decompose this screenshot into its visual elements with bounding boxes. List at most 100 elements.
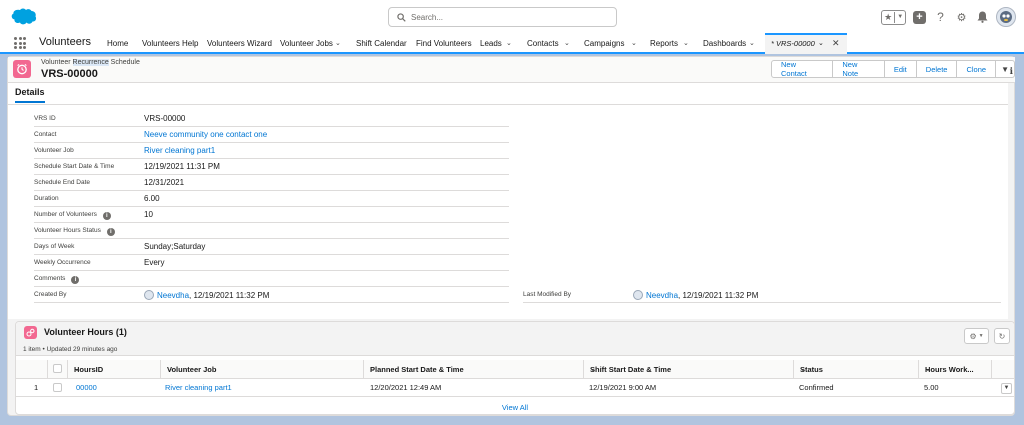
hours-worked-cell: 5.00	[924, 383, 939, 392]
clone-button[interactable]: Clone	[956, 60, 997, 78]
edit-button[interactable]: Edit	[883, 60, 917, 78]
nav-item-volunteers-wizard[interactable]: Volunteers Wizard	[207, 39, 272, 48]
chevron-down-icon[interactable]: ⌄	[167, 365, 358, 373]
field-duration: Duration 6.00	[34, 191, 509, 207]
record-object-type: Volunteer Recurrence Schedule	[41, 59, 140, 66]
created-by-user-link[interactable]: Neevdha	[157, 291, 189, 300]
help-info-icon[interactable]: i	[71, 276, 80, 284]
salesforce-logo[interactable]	[9, 7, 37, 27]
view-all-link[interactable]: View All	[16, 403, 1014, 412]
volunteer-job-link[interactable]: River cleaning part1	[144, 146, 215, 155]
column-header-hours-id[interactable]: HoursID ⌄	[68, 360, 161, 379]
object-type-highlight: Recurrence	[72, 59, 109, 66]
chevron-down-icon[interactable]: ⌄	[749, 39, 755, 47]
help-info-icon[interactable]: i	[102, 212, 111, 220]
tab-vrs-00000[interactable]: * VRS-00000 ⌄ ✕	[765, 33, 847, 54]
global-actions-button[interactable]: +	[912, 10, 927, 25]
hours-id-link[interactable]: 00000	[76, 383, 97, 392]
chevron-down-icon[interactable]: ⌄	[683, 39, 689, 47]
column-header-shift-start[interactable]: Shift Start Date & Time ⌄	[584, 360, 794, 379]
chevron-down-icon[interactable]: ⌄	[818, 39, 824, 47]
field-weekly-occurrence: Weekly Occurrence Every	[34, 255, 509, 271]
field-label: Last Modified By	[523, 291, 572, 298]
contact-link[interactable]: Neeve community one contact one	[144, 130, 267, 139]
modified-date: , 12/19/2021 11:32 PM	[678, 291, 759, 300]
chevron-down-icon[interactable]: ⌄	[74, 365, 155, 373]
search-input[interactable]: Search...	[411, 13, 443, 22]
field-number-of-volunteers: Number of Volunteers i 10	[34, 207, 509, 223]
select-all-header	[48, 360, 68, 379]
close-icon[interactable]: ✕	[832, 38, 840, 49]
help-icon[interactable]: ?	[933, 10, 948, 25]
favorites-star-icon[interactable]: ★	[882, 11, 896, 23]
notifications-bell-icon[interactable]	[975, 10, 990, 25]
chevron-down-icon[interactable]: ⌄	[800, 365, 913, 373]
global-search-box[interactable]: Search...	[388, 7, 617, 27]
tab-details[interactable]: Details	[15, 87, 45, 103]
app-navigation-bar: Volunteers Home Volunteers Help Voluntee…	[0, 33, 1024, 54]
app-name: Volunteers	[39, 36, 91, 48]
app-launcher-icon[interactable]	[14, 37, 26, 49]
nav-item-volunteer-jobs[interactable]: Volunteer Jobs	[280, 39, 333, 48]
field-label: Contact	[34, 131, 57, 138]
nav-item-leads[interactable]: Leads	[480, 39, 502, 48]
user-avatar[interactable]	[996, 7, 1016, 27]
record-title: VRS-00000	[41, 68, 98, 80]
help-info-icon[interactable]: i	[106, 228, 115, 236]
favorites-button[interactable]: ★ ▼	[881, 9, 906, 25]
nav-item-campaigns[interactable]: Campaigns	[584, 39, 624, 48]
refresh-icon[interactable]: ↻	[994, 328, 1010, 344]
chevron-down-icon[interactable]: ⌄	[335, 39, 341, 47]
created-date: , 12/19/2021 11:32 PM	[189, 291, 270, 300]
field-vrs-id: VRS ID VRS-00000	[34, 111, 509, 127]
alarm-clock-icon	[13, 60, 31, 78]
global-header: Search... ★ ▼ + ? ⚙	[0, 0, 1024, 33]
chevron-down-icon[interactable]: ⌄	[506, 39, 512, 47]
related-list-title[interactable]: Volunteer Hours (1)	[44, 327, 127, 337]
new-contact-button[interactable]: New Contact	[771, 60, 834, 78]
field-label: Schedule Start Date & Time	[34, 163, 115, 170]
column-header-hours-worked[interactable]: Hours Work... ⌄	[919, 360, 992, 379]
row-number: 1	[34, 383, 39, 392]
row-actions-dropdown-icon[interactable]: ▼	[1001, 383, 1012, 394]
field-label: VRS ID	[34, 115, 56, 122]
new-note-button[interactable]: New Note	[832, 60, 885, 78]
field-label-text: Volunteer Hours Status	[34, 227, 101, 234]
favorites-dropdown-icon[interactable]: ▼	[895, 14, 905, 20]
nav-item-contacts[interactable]: Contacts	[527, 39, 559, 48]
column-header-volunteer-job[interactable]: Volunteer Job ⌄	[161, 360, 364, 379]
setup-gear-icon[interactable]: ⚙	[954, 10, 969, 25]
list-settings-gear-icon[interactable]: ⚙ ▼	[964, 328, 989, 344]
info-icon[interactable]: ℹ	[1010, 66, 1013, 77]
chevron-down-icon[interactable]: ⌄	[370, 365, 578, 373]
nav-item-find-volunteers[interactable]: Find Volunteers	[416, 39, 472, 48]
volunteer-hours-icon	[24, 326, 37, 339]
column-header-planned-start[interactable]: Planned Start Date & Time ⌄	[364, 360, 584, 379]
chevron-down-icon[interactable]: ⌄	[631, 39, 637, 47]
chevron-down-icon[interactable]: ⌄	[590, 365, 788, 373]
field-schedule-start: Schedule Start Date & Time 12/19/2021 11…	[34, 159, 509, 175]
field-value: Sunday;Saturday	[144, 242, 206, 251]
select-all-checkbox[interactable]	[53, 364, 62, 373]
field-contact: Contact Neeve community one contact one	[34, 127, 509, 143]
chevron-down-icon[interactable]: ⌄	[564, 39, 570, 47]
last-modified-user-link[interactable]: Neevdha	[646, 291, 678, 300]
tab-divider	[8, 104, 1008, 105]
delete-button[interactable]: Delete	[915, 60, 958, 78]
field-volunteer-job: Volunteer Job River cleaning part1	[34, 143, 509, 159]
column-header-status[interactable]: Status ⌄	[794, 360, 919, 379]
field-comments: Comments i	[34, 271, 509, 287]
field-label: Volunteer Hours Status i	[34, 227, 115, 236]
details-panel: Details VRS ID VRS-00000 Contact Neeve c…	[8, 83, 1008, 319]
nav-item-reports[interactable]: Reports	[650, 39, 678, 48]
nav-item-dashboards[interactable]: Dashboards	[703, 39, 746, 48]
active-tab-label[interactable]: * VRS-00000	[771, 39, 815, 48]
search-icon	[397, 13, 406, 22]
nav-item-shift-calendar[interactable]: Shift Calendar	[356, 39, 407, 48]
volunteer-job-link[interactable]: River cleaning part1	[165, 383, 232, 392]
nav-item-volunteers-help[interactable]: Volunteers Help	[142, 39, 198, 48]
field-value: Neevdha, 12/19/2021 11:32 PM	[144, 290, 269, 300]
row-checkbox[interactable]	[53, 383, 62, 392]
nav-item-home[interactable]: Home	[107, 39, 128, 48]
chevron-down-icon[interactable]: ⌄	[925, 365, 986, 373]
